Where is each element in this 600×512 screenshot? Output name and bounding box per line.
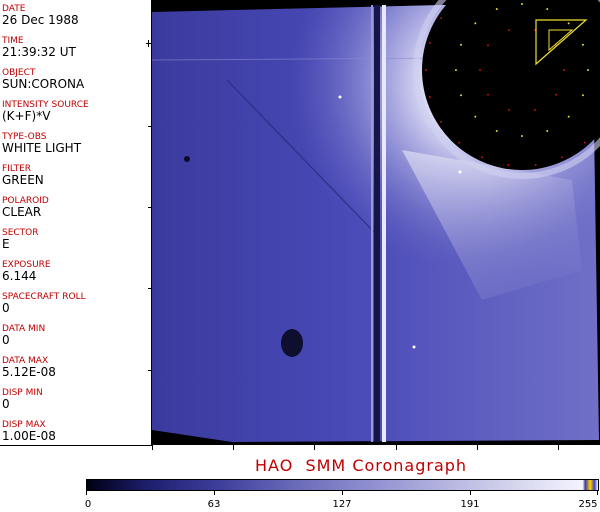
colorbar xyxy=(86,479,599,491)
axis-tick xyxy=(148,40,149,47)
intensity-source-field: INTENSITY SOURCE (K+F)*V xyxy=(2,100,89,123)
occulter-dot xyxy=(567,22,570,25)
axis-tick xyxy=(148,288,152,289)
time-field: TIME 21:39:32 UT xyxy=(2,36,76,59)
bright-spot xyxy=(458,170,462,174)
field-label: SPACECRAFT ROLL xyxy=(2,292,86,302)
dark-spot xyxy=(184,156,190,162)
occulter-dot xyxy=(458,141,460,144)
field-value: 5.12E-08 xyxy=(2,365,56,379)
occulter-dot xyxy=(563,69,565,71)
instrument-caption: HAO SMM Coronagraph xyxy=(255,456,468,475)
field-value: WHITE LIGHT xyxy=(2,141,82,155)
field-value: CLEAR xyxy=(2,205,42,219)
field-value: E xyxy=(2,237,10,251)
axis-tick xyxy=(148,126,152,127)
occulter-dot xyxy=(508,29,510,31)
filter-field: FILTER GREEN xyxy=(2,164,44,187)
spacecraft-roll-field: SPACECRAFT ROLL 0 xyxy=(2,292,86,315)
coronagraph-image xyxy=(152,0,600,445)
occulter-dot xyxy=(425,69,427,71)
occulter-dot xyxy=(474,22,477,25)
field-value: 0 xyxy=(2,333,10,347)
colorbar-label-0: 0 xyxy=(84,499,92,510)
occulter-pylon-edge xyxy=(371,5,373,442)
colorbar-label-63: 63 xyxy=(207,499,221,510)
occulter-dot xyxy=(546,8,549,10)
axis-tick xyxy=(558,445,559,450)
field-value: 21:39:32 UT xyxy=(2,45,76,59)
occulter-dot xyxy=(440,121,442,123)
occulter-dot xyxy=(481,156,483,159)
colorbar-tick xyxy=(470,491,471,495)
coronagraph-image-svg xyxy=(152,0,600,442)
axis-tick xyxy=(396,445,397,450)
occulter-dot xyxy=(495,8,498,10)
occulter-dot xyxy=(534,109,536,111)
occulter-dot xyxy=(508,109,510,111)
exposure-field: EXPOSURE 6.144 xyxy=(2,260,51,283)
occulter-dot xyxy=(587,69,589,71)
field-value: GREEN xyxy=(2,173,44,187)
occulter-dot xyxy=(429,42,431,44)
metadata-panel: DATE 26 Dec 1988 TIME 21:39:32 UT OBJECT… xyxy=(0,0,152,446)
field-value: 26 Dec 1988 xyxy=(2,13,79,27)
colorbar-label-191: 191 xyxy=(460,499,480,510)
bright-spot xyxy=(412,345,416,349)
occulter-dot xyxy=(567,115,570,118)
occulter-dot xyxy=(521,3,523,5)
axis-tick xyxy=(146,43,152,44)
occulter-dot xyxy=(555,93,557,96)
occulter-dot xyxy=(429,96,431,98)
data-min-field: DATA MIN 0 xyxy=(2,324,45,347)
occulter-dot xyxy=(487,93,489,96)
field-value: 0 xyxy=(2,301,10,315)
date-field: DATE 26 Dec 1988 xyxy=(2,4,79,27)
disp-min-field: DISP MIN 0 xyxy=(2,388,43,411)
field-value: 1.00E-08 xyxy=(2,429,56,443)
bright-spot xyxy=(338,95,342,99)
axis-tick xyxy=(152,445,153,450)
occulter-dot xyxy=(582,94,584,97)
occulter-pylon-bright xyxy=(382,5,386,442)
occulter-pylon-shadow xyxy=(374,5,380,442)
field-value: 0 xyxy=(2,397,10,411)
type-obs-field: TYPE-OBS WHITE LIGHT xyxy=(2,132,81,155)
occulter-dot xyxy=(507,164,510,166)
colorbar-tick xyxy=(597,491,598,495)
disp-max-field: DISP MAX 1.00E-08 xyxy=(2,420,56,443)
occulter-dot xyxy=(546,130,549,132)
occulter-dot xyxy=(487,44,489,47)
axis-tick xyxy=(477,445,478,450)
polaroid-field: POLAROID CLEAR xyxy=(2,196,49,219)
dust-blob xyxy=(281,329,303,357)
colorbar-tick xyxy=(86,491,87,495)
data-max-field: DATA MAX 5.12E-08 xyxy=(2,356,56,379)
field-value: SUN:CORONA xyxy=(2,77,85,91)
sector-field: SECTOR E xyxy=(2,228,39,251)
axis-tick xyxy=(148,370,152,371)
colorbar-label-127: 127 xyxy=(332,499,352,510)
occulter-dot xyxy=(460,94,462,97)
axis-tick xyxy=(148,207,152,208)
field-value: 6.144 xyxy=(2,269,37,283)
occulter-dot xyxy=(495,130,498,132)
object-field: OBJECT SUN:CORONA xyxy=(2,68,84,91)
occulter-dot xyxy=(584,141,586,144)
colorbar-tick xyxy=(214,491,215,495)
occulter-dot xyxy=(561,156,563,159)
occulter-dot xyxy=(455,69,457,71)
occulter-dot xyxy=(440,17,442,19)
occulter-dot xyxy=(474,115,477,118)
occulter-dot xyxy=(479,69,481,71)
occulter-dot xyxy=(460,43,462,46)
occulter-dot xyxy=(582,43,584,46)
occulter-dot xyxy=(521,135,523,137)
field-value: (K+F)*V xyxy=(2,109,51,123)
colorbar-tick xyxy=(342,491,343,495)
colorbar-label-255: 255 xyxy=(578,499,598,510)
axis-tick xyxy=(314,445,315,450)
axis-tick xyxy=(233,445,234,450)
occulter-dot xyxy=(534,164,537,166)
